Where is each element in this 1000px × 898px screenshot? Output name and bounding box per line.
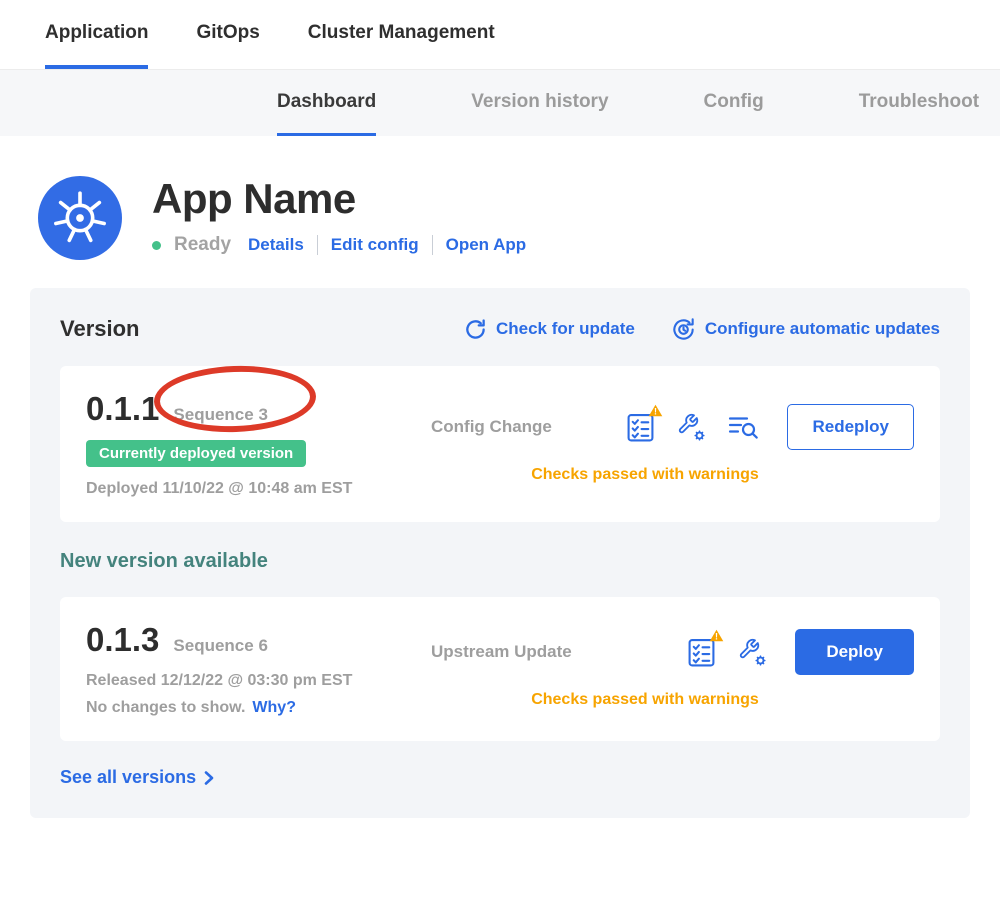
tab-cluster-management-label: Cluster Management <box>308 22 495 44</box>
tab-version-history[interactable]: Version history <box>471 70 608 136</box>
available-version-info: 0.1.3 Sequence 6 Released 12/12/22 @ 03:… <box>86 621 431 717</box>
current-version-actions: Config Change ! <box>431 390 914 498</box>
redeploy-button[interactable]: Redeploy <box>787 404 914 450</box>
current-checks-status: Checks passed with warnings <box>431 466 914 484</box>
new-version-available-label: New version available <box>60 550 940 573</box>
available-version-sequence: Sequence 6 <box>173 636 268 656</box>
deployed-timestamp: Deployed 11/10/22 @ 10:48 am EST <box>86 480 431 498</box>
why-link[interactable]: Why? <box>252 699 296 717</box>
released-timestamp: Released 12/12/22 @ 03:30 pm EST <box>86 672 431 690</box>
chevron-right-icon <box>203 770 215 786</box>
check-for-update-link[interactable]: Check for update <box>464 318 635 341</box>
deploy-button[interactable]: Deploy <box>795 629 914 675</box>
details-link[interactable]: Details <box>248 235 304 255</box>
preflight-checks-icon[interactable]: ! <box>688 638 715 667</box>
kubernetes-logo-icon <box>38 176 122 260</box>
current-version-sequence: Sequence 3 <box>173 405 268 425</box>
open-app-link[interactable]: Open App <box>446 235 527 255</box>
current-version-source: Config Change <box>431 417 552 437</box>
auto-update-clock-icon <box>671 317 696 342</box>
tab-cluster-management[interactable]: Cluster Management <box>308 0 495 69</box>
tab-application-label: Application <box>45 22 148 44</box>
version-panel: Version Check for update <box>30 288 970 818</box>
version-panel-header: Version Check for update <box>60 316 940 342</box>
tab-gitops-label: GitOps <box>196 22 259 44</box>
page-title: App Name <box>152 176 526 222</box>
current-version-card: 0.1.1 Sequence 3 Currently deployed vers… <box>60 366 940 522</box>
tab-config[interactable]: Config <box>704 70 764 136</box>
available-version-number: 0.1.3 <box>86 621 159 659</box>
preflight-checks-icon[interactable]: ! <box>627 413 654 442</box>
config-wrench-icon[interactable] <box>676 412 706 442</box>
version-actions: Check for update Configure automatic upd… <box>464 317 940 342</box>
app-header-text: App Name Ready Details Edit config Open … <box>152 176 526 256</box>
no-changes-text: No changes to show. <box>86 699 245 717</box>
status-dot-icon <box>152 241 161 250</box>
see-all-versions-label: See all versions <box>60 767 196 788</box>
available-version-source: Upstream Update <box>431 642 572 662</box>
svg-text:!: ! <box>654 406 657 416</box>
configure-automatic-updates-link[interactable]: Configure automatic updates <box>671 317 940 342</box>
current-version-icons: ! <box>627 412 759 442</box>
tab-troubleshoot[interactable]: Troubleshoot <box>859 70 979 136</box>
warning-triangle-icon: ! <box>648 404 663 417</box>
tab-gitops[interactable]: GitOps <box>196 0 259 69</box>
app-header: App Name Ready Details Edit config Open … <box>0 136 1000 260</box>
warning-triangle-icon: ! <box>709 629 724 642</box>
current-version-number: 0.1.1 <box>86 390 159 428</box>
current-version-info: 0.1.1 Sequence 3 Currently deployed vers… <box>86 390 431 498</box>
view-files-icon[interactable] <box>728 414 759 440</box>
svg-text:!: ! <box>715 631 718 641</box>
edit-config-link[interactable]: Edit config <box>331 235 419 255</box>
refresh-icon <box>464 318 487 341</box>
deployed-badge: Currently deployed version <box>86 440 306 467</box>
configure-automatic-updates-label: Configure automatic updates <box>705 319 940 339</box>
config-wrench-icon[interactable] <box>737 637 767 667</box>
top-nav: Application GitOps Cluster Management <box>0 0 1000 70</box>
see-all-versions-link[interactable]: See all versions <box>60 767 215 788</box>
tab-dashboard[interactable]: Dashboard <box>277 70 376 136</box>
check-for-update-label: Check for update <box>496 319 635 339</box>
available-version-actions: Upstream Update ! <box>431 621 914 717</box>
status-row: Ready Details Edit config Open App <box>152 234 526 256</box>
available-version-card: 0.1.3 Sequence 6 Released 12/12/22 @ 03:… <box>60 597 940 741</box>
available-checks-status: Checks passed with warnings <box>431 691 914 709</box>
available-version-icons: ! <box>688 637 767 667</box>
divider <box>317 235 318 255</box>
divider <box>432 235 433 255</box>
page: Application GitOps Cluster Management Da… <box>0 0 1000 818</box>
no-changes-row: No changes to show. Why? <box>86 699 431 717</box>
tab-application[interactable]: Application <box>45 0 148 69</box>
sub-nav: Dashboard Version history Config Trouble… <box>0 70 1000 136</box>
version-heading: Version <box>60 316 139 342</box>
status-text: Ready <box>174 234 231 256</box>
